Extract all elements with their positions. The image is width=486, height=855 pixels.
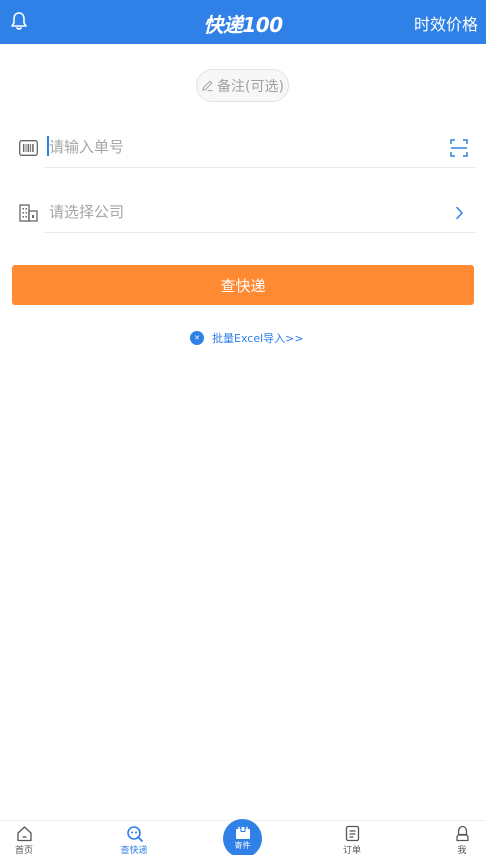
nav-label-home: 首页 [14,846,33,855]
top-bar: 快递100 时效价格 [0,0,486,44]
nav-label-me: 我 [457,846,467,855]
excel-icon: ✕ [190,331,204,345]
user-icon [455,825,469,842]
tracking-number-placeholder: 请输入单号 [49,138,125,156]
order-list-icon [345,825,359,842]
nav-item-orders[interactable]: 订单 [322,825,382,855]
nav-label-orders: 订单 [342,846,361,855]
nav-label-send: 寄件 [234,841,251,850]
excel-import-label: 批量Excel导入>> [212,332,304,345]
search-package-icon [126,826,143,842]
scan-icon[interactable] [450,139,468,157]
nav-item-me[interactable]: 我 [432,825,486,855]
query-express-button[interactable]: 查快递 [12,265,474,305]
tracking-number-input[interactable]: 请输入单号 [45,128,475,168]
company-placeholder: 请选择公司 [49,203,125,221]
building-icon [19,204,38,222]
pencil-icon [202,80,213,92]
app-screen: 快递100 时效价格 备注(可选) 请输入单号 请选择公司 查快递 ✕ 批量Ex… [0,0,486,855]
nav-item-send[interactable]: 寄件 [223,819,262,855]
remark-label: 备注(可选) [217,78,284,95]
nav-label-query: 查快递 [120,846,148,855]
delivery-price-link[interactable]: 时效价格 [414,11,478,35]
nav-item-home[interactable]: 首页 [0,825,54,855]
company-select[interactable]: 请选择公司 [45,193,475,233]
excel-import-link[interactable]: ✕ 批量Excel导入>> [190,329,304,347]
bottom-navigation: 首页 查快递 寄件 订单 我 [0,819,486,855]
home-icon [16,826,32,842]
send-package-icon [235,826,250,839]
remark-button[interactable]: 备注(可选) [196,69,289,102]
chevron-right-icon [456,206,463,220]
nav-item-query[interactable]: 查快递 [104,825,164,855]
barcode-icon [19,140,38,156]
